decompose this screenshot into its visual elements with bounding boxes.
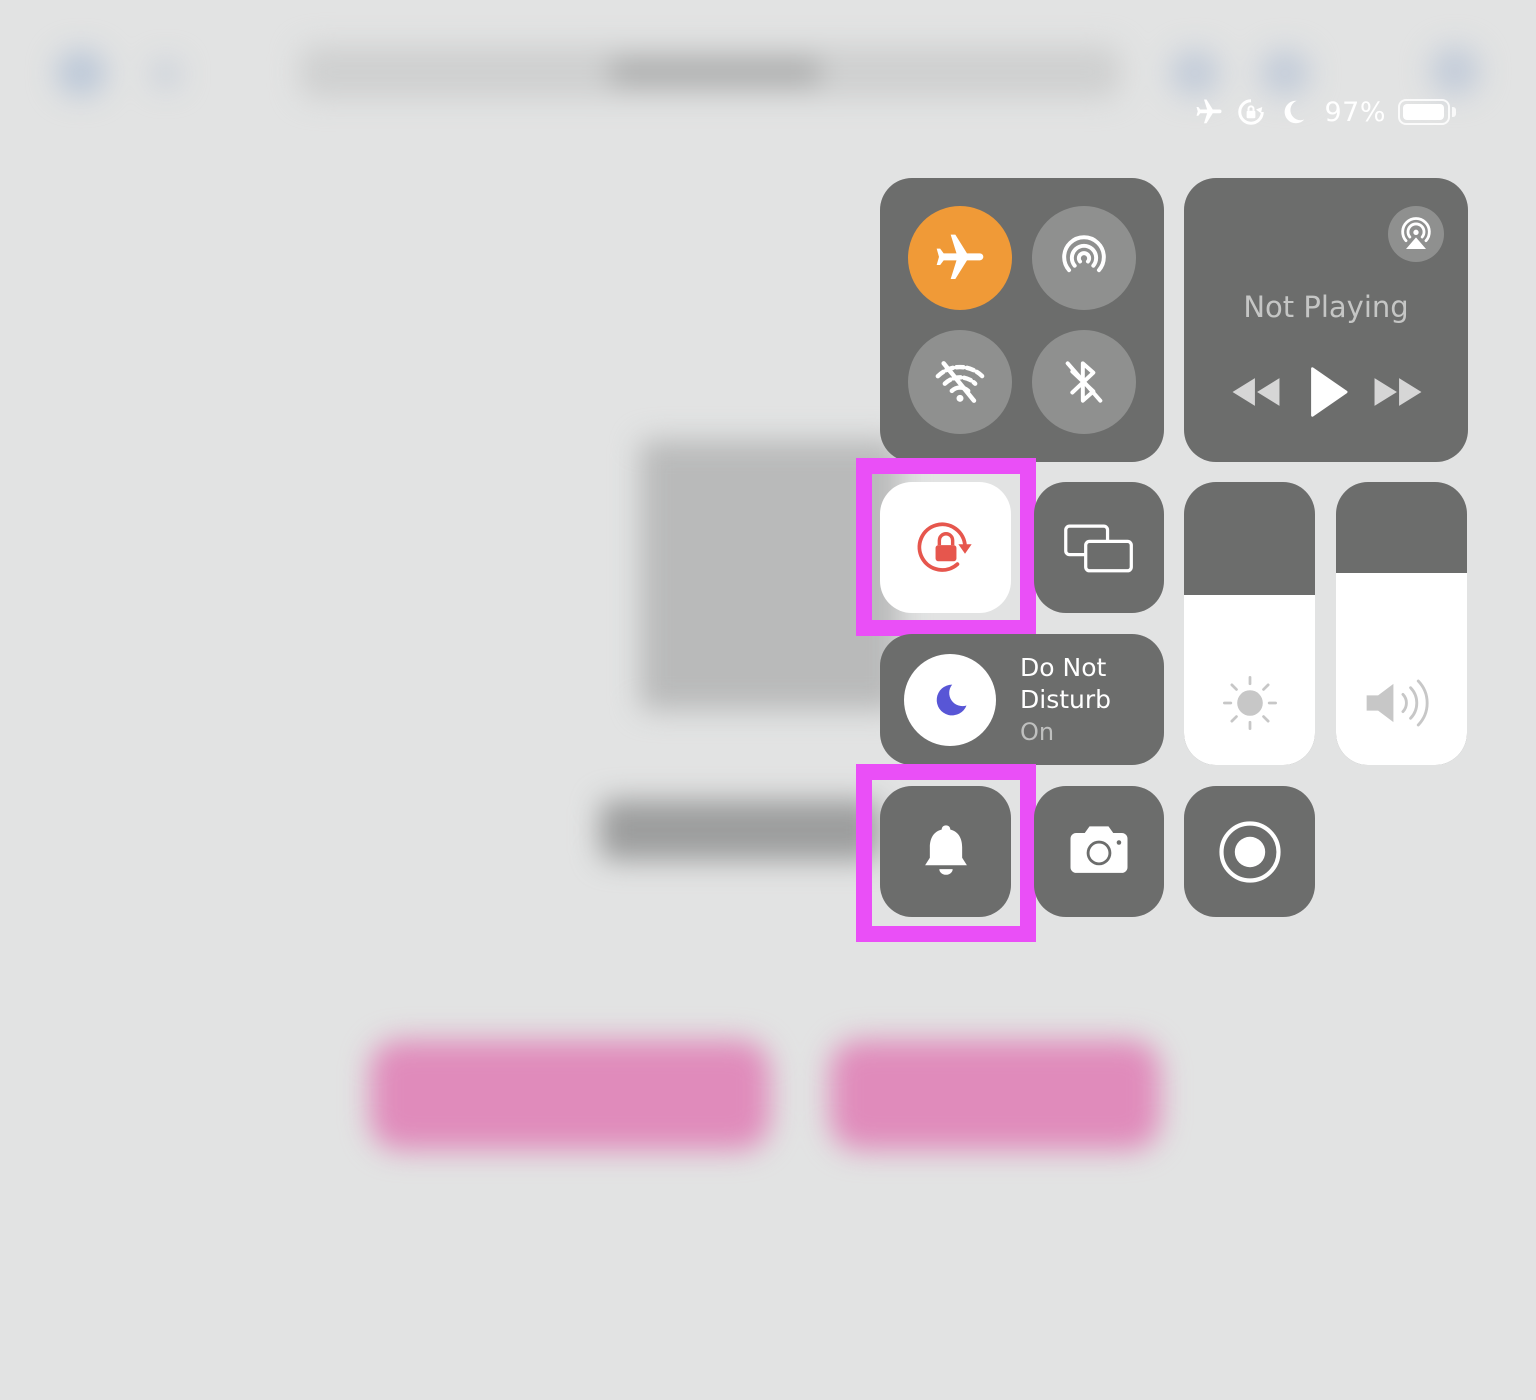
volume-level-fill (1336, 572, 1467, 765)
rewind-button[interactable] (1228, 364, 1284, 420)
bg-heading (600, 800, 880, 860)
bg-toolbar-icon (1430, 46, 1480, 96)
play-icon (1311, 367, 1348, 417)
do-not-disturb-state: On (1020, 718, 1055, 746)
rotation-lock-icon (1236, 97, 1266, 127)
connectivity-tile (880, 178, 1164, 462)
wifi-off-icon (935, 361, 985, 403)
screen-mirroring-button[interactable] (1034, 482, 1164, 613)
bell-icon (924, 824, 967, 875)
moon-icon (936, 684, 967, 716)
fast-forward-icon (1374, 378, 1422, 406)
screen-record-icon (1218, 820, 1281, 883)
bg-address-text (610, 60, 820, 84)
do-not-disturb-label: Do Not Disturb (1020, 653, 1112, 714)
bg-app-icon (56, 50, 106, 96)
airdrop-icon (1062, 235, 1106, 273)
bg-dot (152, 60, 180, 88)
orientation-lock-button[interactable] (880, 482, 1011, 613)
screen-recording-button[interactable] (1184, 786, 1315, 917)
screen-mirroring-icon (1064, 524, 1133, 572)
airplay-audio-icon (1401, 217, 1431, 249)
airplane-icon (1194, 97, 1224, 127)
airplay-audio-button[interactable] (1388, 206, 1444, 262)
bg-pink-button (830, 1040, 1160, 1150)
camera-button[interactable] (1034, 786, 1164, 917)
bluetooth-off-icon (1065, 361, 1103, 403)
camera-icon (1070, 825, 1128, 873)
airplane-mode-button[interactable] (908, 206, 1012, 310)
fast-forward-button[interactable] (1370, 364, 1426, 420)
do-not-disturb-tile[interactable]: Do Not Disturb On (880, 634, 1164, 765)
battery-percentage: 97% (1324, 96, 1386, 128)
brightness-slider[interactable] (1184, 482, 1315, 765)
rotation-lock-icon (917, 521, 972, 572)
rewind-icon (1232, 378, 1280, 406)
now-playing-title: Not Playing (1243, 290, 1409, 324)
volume-slider[interactable] (1336, 482, 1467, 765)
battery-icon (1398, 97, 1458, 127)
status-bar: 97% (1194, 90, 1458, 134)
moon-icon (1278, 97, 1308, 127)
do-not-disturb-button[interactable] (904, 654, 996, 746)
airplane-icon (936, 234, 984, 279)
play-button[interactable] (1302, 364, 1354, 420)
speaker-icon (1366, 679, 1429, 727)
wifi-button[interactable] (908, 330, 1012, 434)
sun-icon (1222, 676, 1277, 730)
bluetooth-button[interactable] (1032, 330, 1136, 434)
airdrop-button[interactable] (1032, 206, 1136, 310)
now-playing-tile: Not Playing (1184, 178, 1468, 462)
bg-qr-code (640, 440, 900, 710)
bg-pink-button (370, 1040, 770, 1150)
silent-mode-button[interactable] (880, 786, 1011, 917)
